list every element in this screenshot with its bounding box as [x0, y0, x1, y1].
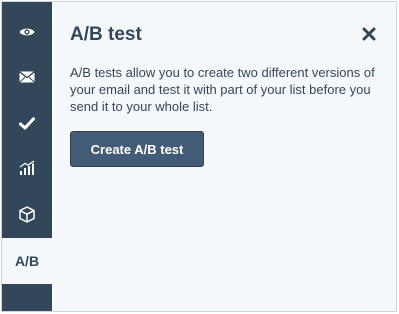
checkmark-icon: [19, 116, 35, 130]
panel-title: A/B test: [70, 24, 142, 45]
close-button[interactable]: [362, 27, 376, 41]
sidebar-item-modules[interactable]: [2, 192, 52, 236]
ab-test-panel: A/B test A/B tests allow you to create t…: [52, 2, 396, 311]
ab-test-window: A/B A/B test A/B tests allow you to crea…: [1, 1, 397, 312]
panel-description: A/B tests allow you to create two differ…: [70, 65, 375, 114]
sidebar-item-email[interactable]: [2, 55, 52, 99]
cube-icon: [19, 205, 35, 223]
sidebar-item-label: A/B: [14, 253, 40, 269]
envelope-icon: [19, 71, 35, 83]
bar-chart-icon: [19, 160, 36, 176]
sidebar-item-ab-test[interactable]: A/B: [2, 238, 52, 284]
sidebar-item-preview[interactable]: [2, 10, 52, 54]
eye-icon: [19, 26, 35, 38]
create-ab-test-button[interactable]: Create A/B test: [70, 131, 204, 167]
sidebar-rail: A/B: [2, 2, 52, 311]
sidebar-item-review[interactable]: [2, 101, 52, 145]
sidebar-item-analytics[interactable]: [2, 146, 52, 190]
close-icon: [362, 27, 376, 45]
